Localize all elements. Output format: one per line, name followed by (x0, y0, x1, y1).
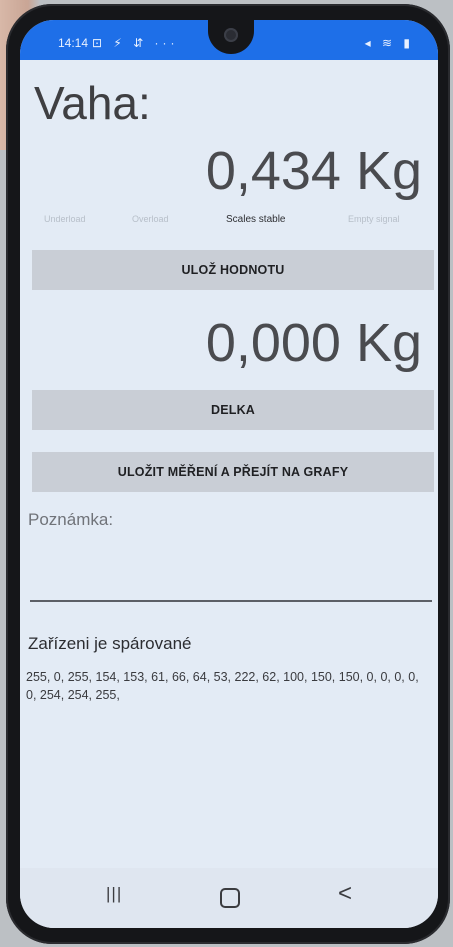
note-input[interactable] (30, 538, 432, 598)
recent-apps-icon[interactable]: ||| (106, 884, 122, 904)
delka-button[interactable]: DELKA (32, 390, 434, 430)
save-measurement-and-graphs-button[interactable]: ULOŽIT MĚŘENÍ A PŘEJÍT NA GRAFY (32, 452, 434, 492)
page-title: Vaha: (34, 77, 151, 129)
back-icon[interactable]: < (338, 880, 352, 908)
saved-weight-readout: 0,000 Kg (205, 313, 422, 373)
navigation-bar: ||| < (20, 868, 438, 928)
screen: 14:14 ⊡ ⚡ ⇵ ··· ◂ ≋ ▮ Vaha: 0,434 Kg Und… (20, 20, 438, 928)
received-bytes-text: 255, 0, 255, 154, 153, 61, 66, 64, 53, 2… (26, 670, 419, 702)
scales-stable-indicator: Scales stable (226, 214, 286, 225)
note-label: Poznámka: (28, 510, 114, 529)
camera-notch (208, 20, 254, 54)
save-value-button[interactable]: ULOŽ HODNOTU (32, 250, 434, 290)
overload-indicator: Overload (132, 214, 169, 224)
note-input-underline (30, 600, 432, 602)
phone-frame: 14:14 ⊡ ⚡ ⇵ ··· ◂ ≋ ▮ Vaha: 0,434 Kg Und… (6, 4, 450, 944)
notification-icons: ⊡ ⚡ ⇵ ··· (92, 36, 179, 50)
underload-indicator: Underload (44, 214, 86, 224)
empty-signal-indicator: Empty signal (348, 214, 400, 224)
status-bar: 14:14 ⊡ ⚡ ⇵ ··· ◂ ≋ ▮ (20, 20, 438, 60)
home-icon[interactable] (220, 888, 240, 908)
status-time: 14:14 (58, 36, 89, 50)
system-status-icons: ◂ ≋ ▮ (364, 36, 414, 50)
current-weight-readout: 0,434 Kg (205, 141, 422, 201)
front-camera-icon (224, 28, 238, 42)
device-paired-status: Zařízeni je spárované (28, 634, 192, 653)
